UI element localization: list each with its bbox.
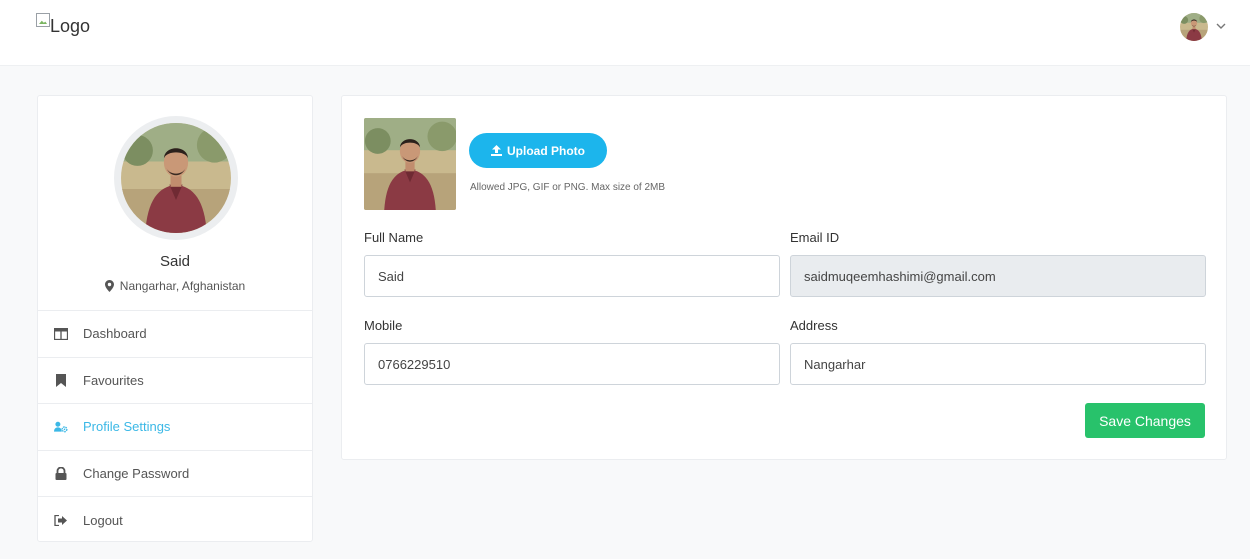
avatar[interactable]: [1180, 13, 1208, 41]
profile-location-text: Nangarhar, Afghanistan: [119, 279, 246, 293]
profile-photo: [121, 123, 231, 233]
save-changes-button[interactable]: Save Changes: [1085, 403, 1205, 438]
profile-location: Nangarhar, Afghanistan: [38, 279, 312, 293]
upload-photo-label: Upload Photo: [507, 143, 585, 158]
mobile-label: Mobile: [364, 318, 403, 333]
sidebar-item-label: Profile Settings: [83, 419, 171, 435]
sidebar-item-profile-settings[interactable]: Profile Settings: [38, 404, 312, 451]
email-field: [790, 255, 1206, 297]
upload-icon: [491, 145, 502, 156]
address-label: Address: [790, 318, 838, 333]
user-menu[interactable]: [1180, 13, 1226, 41]
logo-alt-text: Logo: [50, 16, 91, 36]
sidebar-item-label: Dashboard: [83, 326, 147, 342]
profile-summary: Said Nangarhar, Afghanistan: [38, 96, 312, 311]
profile-name: Said: [159, 253, 191, 270]
sign-out-icon: [54, 513, 68, 527]
profile-photo: [364, 118, 456, 210]
profile-sidebar: Said Nangarhar, Afghanistan Dashboard Fa…: [37, 95, 313, 542]
sidebar-item-label: Favourites: [83, 372, 144, 388]
user-cog-icon: [54, 420, 68, 434]
sidebar-item-label: Logout: [83, 512, 123, 528]
dashboard-icon: [54, 327, 68, 341]
sidebar-item-logout[interactable]: Logout: [38, 497, 312, 544]
mobile-field[interactable]: [364, 343, 780, 385]
logo[interactable]: Logo: [36, 13, 91, 37]
full-name-label: Full Name: [364, 230, 424, 245]
sidebar-item-favourites[interactable]: Favourites: [38, 358, 312, 404]
chevron-down-icon[interactable]: [1216, 21, 1226, 33]
sidebar-item-dashboard[interactable]: Dashboard: [38, 311, 312, 358]
email-label: Email ID: [790, 230, 840, 245]
profile-settings-card: Upload Photo Allowed JPG, GIF or PNG. Ma…: [341, 95, 1227, 460]
avatar-photo: [1180, 13, 1208, 41]
map-marker-icon: [104, 280, 114, 292]
address-field[interactable]: [790, 343, 1206, 385]
top-header: Logo: [0, 0, 1250, 66]
lock-icon: [54, 466, 68, 480]
profile-avatar: [114, 116, 238, 240]
upload-hint: Allowed JPG, GIF or PNG. Max size of 2MB: [470, 182, 666, 193]
profile-photo-preview: [364, 118, 456, 210]
full-name-field[interactable]: [364, 255, 780, 297]
sidebar-item-change-password[interactable]: Change Password: [38, 451, 312, 497]
bookmark-icon: [54, 373, 68, 387]
sidebar-item-label: Change Password: [83, 465, 190, 481]
upload-photo-button[interactable]: Upload Photo: [469, 133, 607, 168]
broken-image-icon: [36, 13, 50, 27]
